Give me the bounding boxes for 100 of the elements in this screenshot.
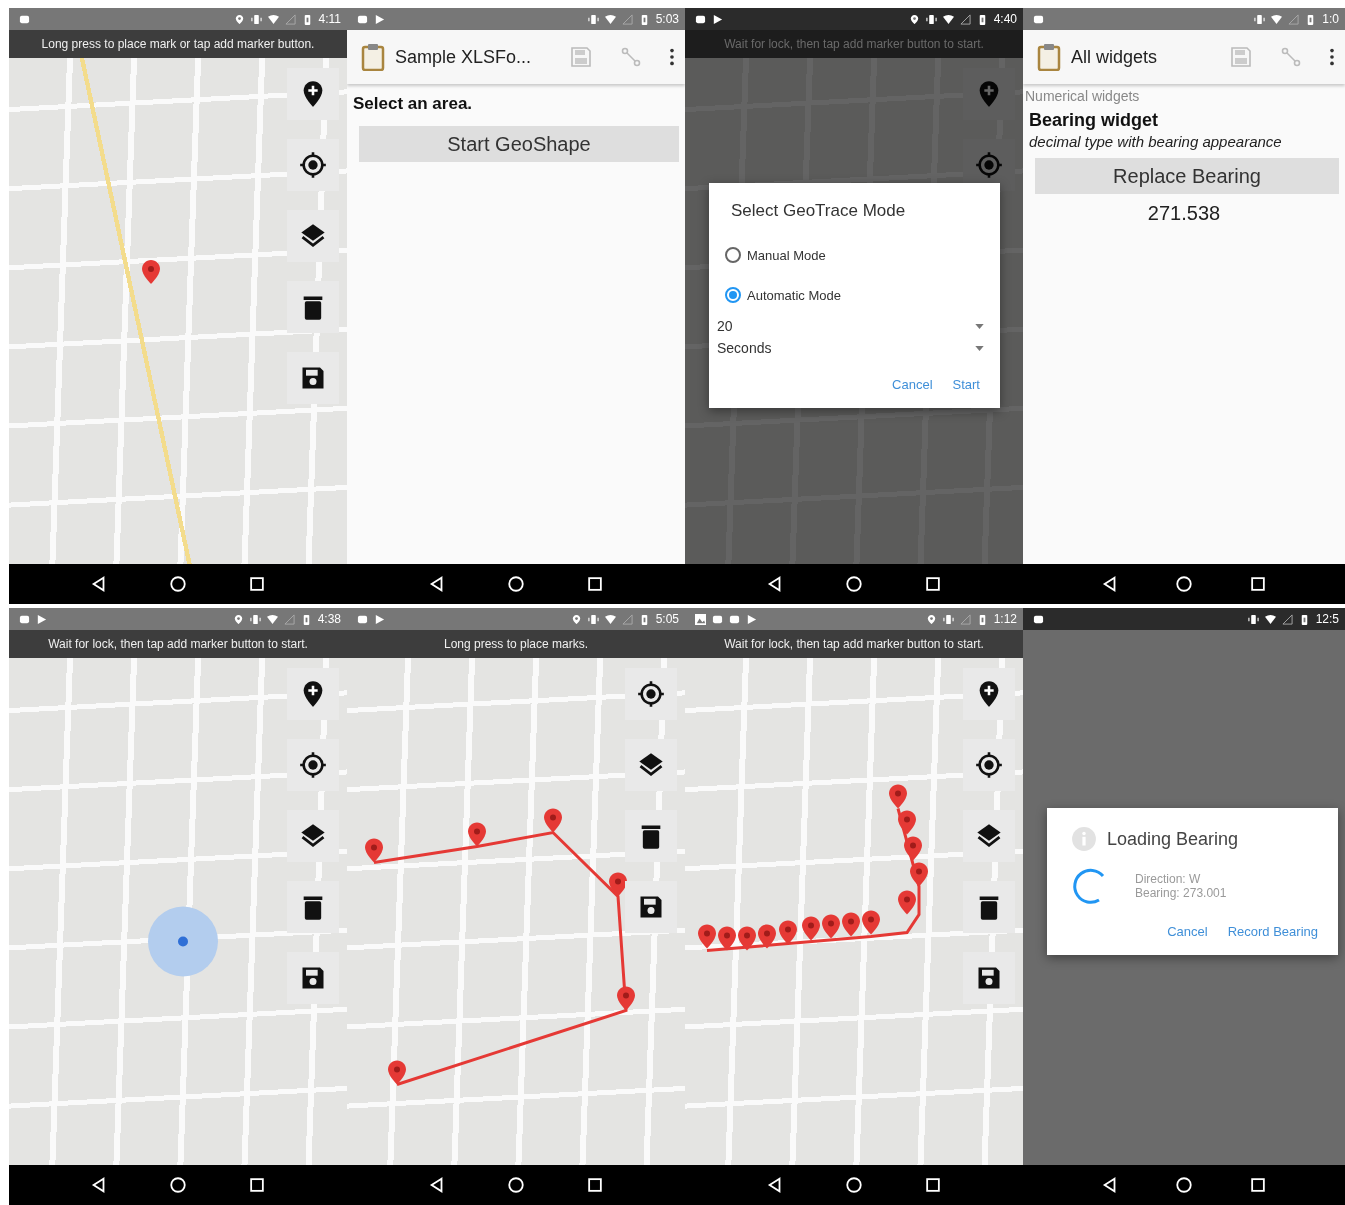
signal-icon xyxy=(959,613,971,625)
delete-button[interactable] xyxy=(287,281,339,333)
my-location-button[interactable] xyxy=(287,739,339,791)
map-marker-icon[interactable] xyxy=(904,836,922,861)
clock-time: 5:05 xyxy=(655,612,679,626)
dropdown[interactable]: 20 xyxy=(717,315,1000,337)
vibrate-icon xyxy=(587,13,599,25)
home-icon[interactable] xyxy=(1175,575,1193,593)
recents-icon[interactable] xyxy=(248,575,267,593)
info-icon xyxy=(1071,826,1097,852)
crosshair-icon xyxy=(975,151,1003,179)
map-marker-icon[interactable] xyxy=(738,926,756,951)
map-marker-icon[interactable] xyxy=(910,862,928,887)
map-marker-icon[interactable] xyxy=(758,924,776,949)
recents-icon[interactable] xyxy=(248,1176,267,1194)
vibrate-icon xyxy=(925,13,937,25)
map-marker-icon[interactable] xyxy=(822,914,840,939)
vibrate-icon xyxy=(587,613,599,625)
dialog-action-button[interactable]: Cancel xyxy=(886,373,939,396)
vibrate-icon xyxy=(1247,613,1259,625)
map-marker-icon[interactable] xyxy=(842,912,860,937)
home-icon[interactable] xyxy=(507,1176,525,1194)
dialog-title: Loading Bearing xyxy=(1107,828,1239,850)
notification-icon xyxy=(1033,13,1044,25)
add-marker-button[interactable] xyxy=(963,668,1015,720)
map-marker-icon[interactable] xyxy=(617,986,635,1011)
map-marker-icon[interactable] xyxy=(889,784,907,809)
signal-icon xyxy=(283,613,295,625)
map-marker-icon[interactable] xyxy=(544,808,562,833)
save-button[interactable] xyxy=(287,952,339,1004)
wifi-icon xyxy=(604,613,616,625)
dialog-action-button[interactable]: Cancel xyxy=(1161,920,1214,943)
map-marker-icon[interactable] xyxy=(718,926,736,951)
home-icon[interactable] xyxy=(169,575,187,593)
delete-button[interactable] xyxy=(625,810,677,862)
map-marker-icon[interactable] xyxy=(898,810,916,835)
signal-icon xyxy=(1288,13,1300,25)
map-marker-icon[interactable] xyxy=(609,872,627,897)
clipboard-icon xyxy=(361,43,385,71)
map-marker-icon[interactable] xyxy=(388,1060,406,1085)
layers-button[interactable] xyxy=(963,810,1015,862)
recents-icon[interactable] xyxy=(586,575,605,593)
map-view[interactable] xyxy=(685,658,1023,1165)
delete-button[interactable] xyxy=(963,881,1015,933)
home-icon[interactable] xyxy=(507,575,525,593)
map-marker-icon[interactable] xyxy=(142,260,160,284)
map-marker-icon[interactable] xyxy=(862,910,880,935)
home-icon[interactable] xyxy=(1175,1176,1193,1194)
recents-icon[interactable] xyxy=(1249,575,1267,593)
action-button[interactable]: Replace Bearing xyxy=(1035,158,1339,194)
radio-button[interactable] xyxy=(725,247,741,263)
map-marker-icon[interactable] xyxy=(898,890,916,915)
recents-icon[interactable] xyxy=(1249,1176,1267,1194)
home-icon[interactable] xyxy=(845,575,863,593)
recents-icon[interactable] xyxy=(586,1176,605,1194)
layers-button[interactable] xyxy=(625,739,677,791)
clipboard-icon xyxy=(1037,43,1061,71)
layers-button[interactable] xyxy=(287,210,339,262)
clock-time: 1:0 xyxy=(1322,12,1339,26)
my-location-button[interactable] xyxy=(963,739,1015,791)
dropdown[interactable]: Seconds xyxy=(717,337,1000,359)
vibrate-icon xyxy=(249,613,261,625)
overflow-menu-icon[interactable] xyxy=(669,46,675,68)
wifi-icon xyxy=(267,13,279,25)
notification-icon xyxy=(695,13,706,25)
my-location-button[interactable] xyxy=(625,668,677,720)
map-marker-icon[interactable] xyxy=(779,920,797,945)
clock-time: 4:40 xyxy=(993,12,1017,26)
map-marker-icon[interactable] xyxy=(802,916,820,941)
question-hint: decimal type with bearing appearance xyxy=(1029,133,1283,150)
play-store-icon xyxy=(712,13,723,25)
layers-button[interactable] xyxy=(287,810,339,862)
notification-icon xyxy=(712,613,723,625)
my-location-button[interactable] xyxy=(287,139,339,191)
wifi-icon xyxy=(266,613,278,625)
option-label: Automatic Mode xyxy=(747,287,841,303)
home-icon[interactable] xyxy=(845,1176,863,1194)
dialog-action-button[interactable]: Record Bearing xyxy=(1221,920,1324,943)
map-marker-icon[interactable] xyxy=(698,924,716,949)
overflow-menu-icon[interactable] xyxy=(1329,46,1335,68)
hint-banner: Long press to place marks. xyxy=(347,630,685,658)
map-marker-icon[interactable] xyxy=(365,838,383,863)
add-marker-button[interactable] xyxy=(287,68,339,120)
home-icon[interactable] xyxy=(169,1176,187,1194)
action-button[interactable]: Start GeoShape xyxy=(359,126,679,162)
recents-icon[interactable] xyxy=(924,1176,943,1194)
save-button[interactable] xyxy=(963,952,1015,1004)
recents-icon[interactable] xyxy=(924,575,943,593)
save-button[interactable] xyxy=(625,881,677,933)
map-marker-icon[interactable] xyxy=(468,822,486,847)
add-marker-button[interactable] xyxy=(287,668,339,720)
signal-icon xyxy=(621,613,633,625)
radio-button[interactable] xyxy=(725,287,741,303)
hint-banner: Wait for lock, then tap add marker button to start. xyxy=(9,630,347,658)
save-button[interactable] xyxy=(287,352,339,404)
layers-icon xyxy=(299,822,327,850)
delete-button[interactable] xyxy=(287,881,339,933)
play-store-icon xyxy=(36,613,47,625)
dialog-action-button[interactable]: Start xyxy=(946,373,986,396)
signal-icon xyxy=(959,13,971,25)
